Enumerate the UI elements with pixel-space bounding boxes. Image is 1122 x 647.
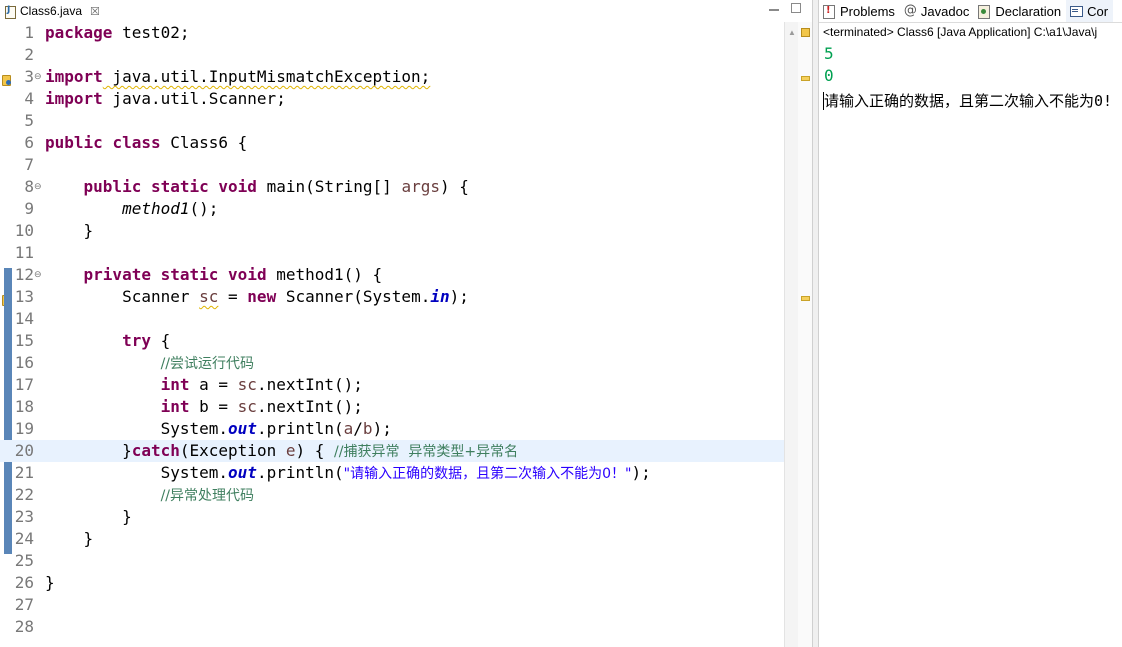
console-icon [1069,4,1084,18]
code-line: 24 } [14,529,94,548]
view-tab-bar: Problems Javadoc Declaration Cor [819,0,1122,23]
code-line: 7 [24,155,34,174]
pane-splitter[interactable] [812,0,819,647]
code-line: 9 method1(); [24,199,219,218]
close-icon[interactable]: ☒ [90,5,100,18]
code-line: 25 [14,551,34,570]
java-editor[interactable]: Class6.java ☒ 1package test02; 2 3⊖impor… [0,0,812,647]
tab-declaration[interactable]: Declaration [974,0,1066,22]
editor-tab-bar: Class6.java ☒ [0,0,812,22]
code-line: 12 ⊖ private static void method1() { [14,264,383,286]
code-line: 15 try { [14,331,171,350]
console-view[interactable]: Problems Javadoc Declaration Cor <termin… [819,0,1122,647]
console-input-line: 0 [824,66,834,85]
tab-console[interactable]: Cor [1066,0,1114,22]
code-line: 22 //异常处理代码 [14,485,255,504]
problems-icon [822,4,836,19]
code-line: 11 [14,243,34,262]
code-line: 8 ⊖ public static void main(String[] args… [24,176,469,198]
console-output-line: 请输入正确的数据，且第二次输入不能为0! [824,92,1113,110]
overview-ruler[interactable] [798,22,812,647]
scroll-up-icon[interactable]: ▲ [788,28,796,37]
fold-toggle-icon[interactable]: ⊖ [34,66,42,88]
tab-javadoc[interactable]: Javadoc [900,0,974,22]
editor-tab-class6[interactable]: Class6.java ☒ [0,0,112,22]
code-line: 1 package test02; [24,23,190,42]
current-code-line: 20 }catch(Exception e) { //捕获异常 异常类型+异常名 [0,440,790,462]
code-line: 28 [14,617,34,636]
code-lines[interactable]: 1 package test02; 2 3 ⊖ import java.util.In… [0,22,790,638]
javadoc-icon [903,3,917,18]
code-line: 26} [14,573,55,592]
code-line: 19 System.out.println(a/b); [14,419,392,438]
code-line: 3 ⊖ import java.util.InputMismatchExceptio… [24,66,431,88]
code-line: 2 [24,45,34,64]
code-line: 5 [24,111,34,130]
code-line: 21 System.out.println("请输入正确的数据，且第二次输入不能… [14,463,651,482]
editor-vertical-scrollbar[interactable]: ▲ [784,22,799,647]
code-line: 18 int b = sc.nextInt(); [14,397,363,416]
java-file-icon [3,5,16,19]
code-line: 13 Scanner sc = new Scanner(System.in); [14,287,469,306]
code-line: 10 } [14,221,94,240]
overview-warning-marker[interactable] [801,296,810,301]
warning-summary-icon[interactable] [801,28,810,37]
console-status: <terminated> Class6 [Java Application] C… [823,25,1098,39]
code-line: 14 [14,309,34,328]
tab-problems[interactable]: Problems [819,0,900,22]
minimize-icon[interactable] [768,2,780,14]
code-line: 17 int a = sc.nextInt(); [14,375,363,394]
code-line: 4 import java.util.Scanner; [24,89,286,108]
code-line: 16 //尝试运行代码 [14,353,255,372]
code-line: 27 [14,595,34,614]
maximize-icon[interactable] [790,2,802,14]
editor-tab-title: Class6.java [20,4,83,18]
editor-window-controls [768,2,802,14]
declaration-icon [977,4,991,19]
console-input-line: 5 [824,44,834,63]
fold-toggle-icon[interactable]: ⊖ [34,264,42,286]
code-line: 6 public class Class6 { [24,133,248,152]
fold-toggle-icon[interactable]: ⊖ [34,176,42,198]
code-line: 23 } [14,507,132,526]
overview-warning-marker[interactable] [801,76,810,81]
